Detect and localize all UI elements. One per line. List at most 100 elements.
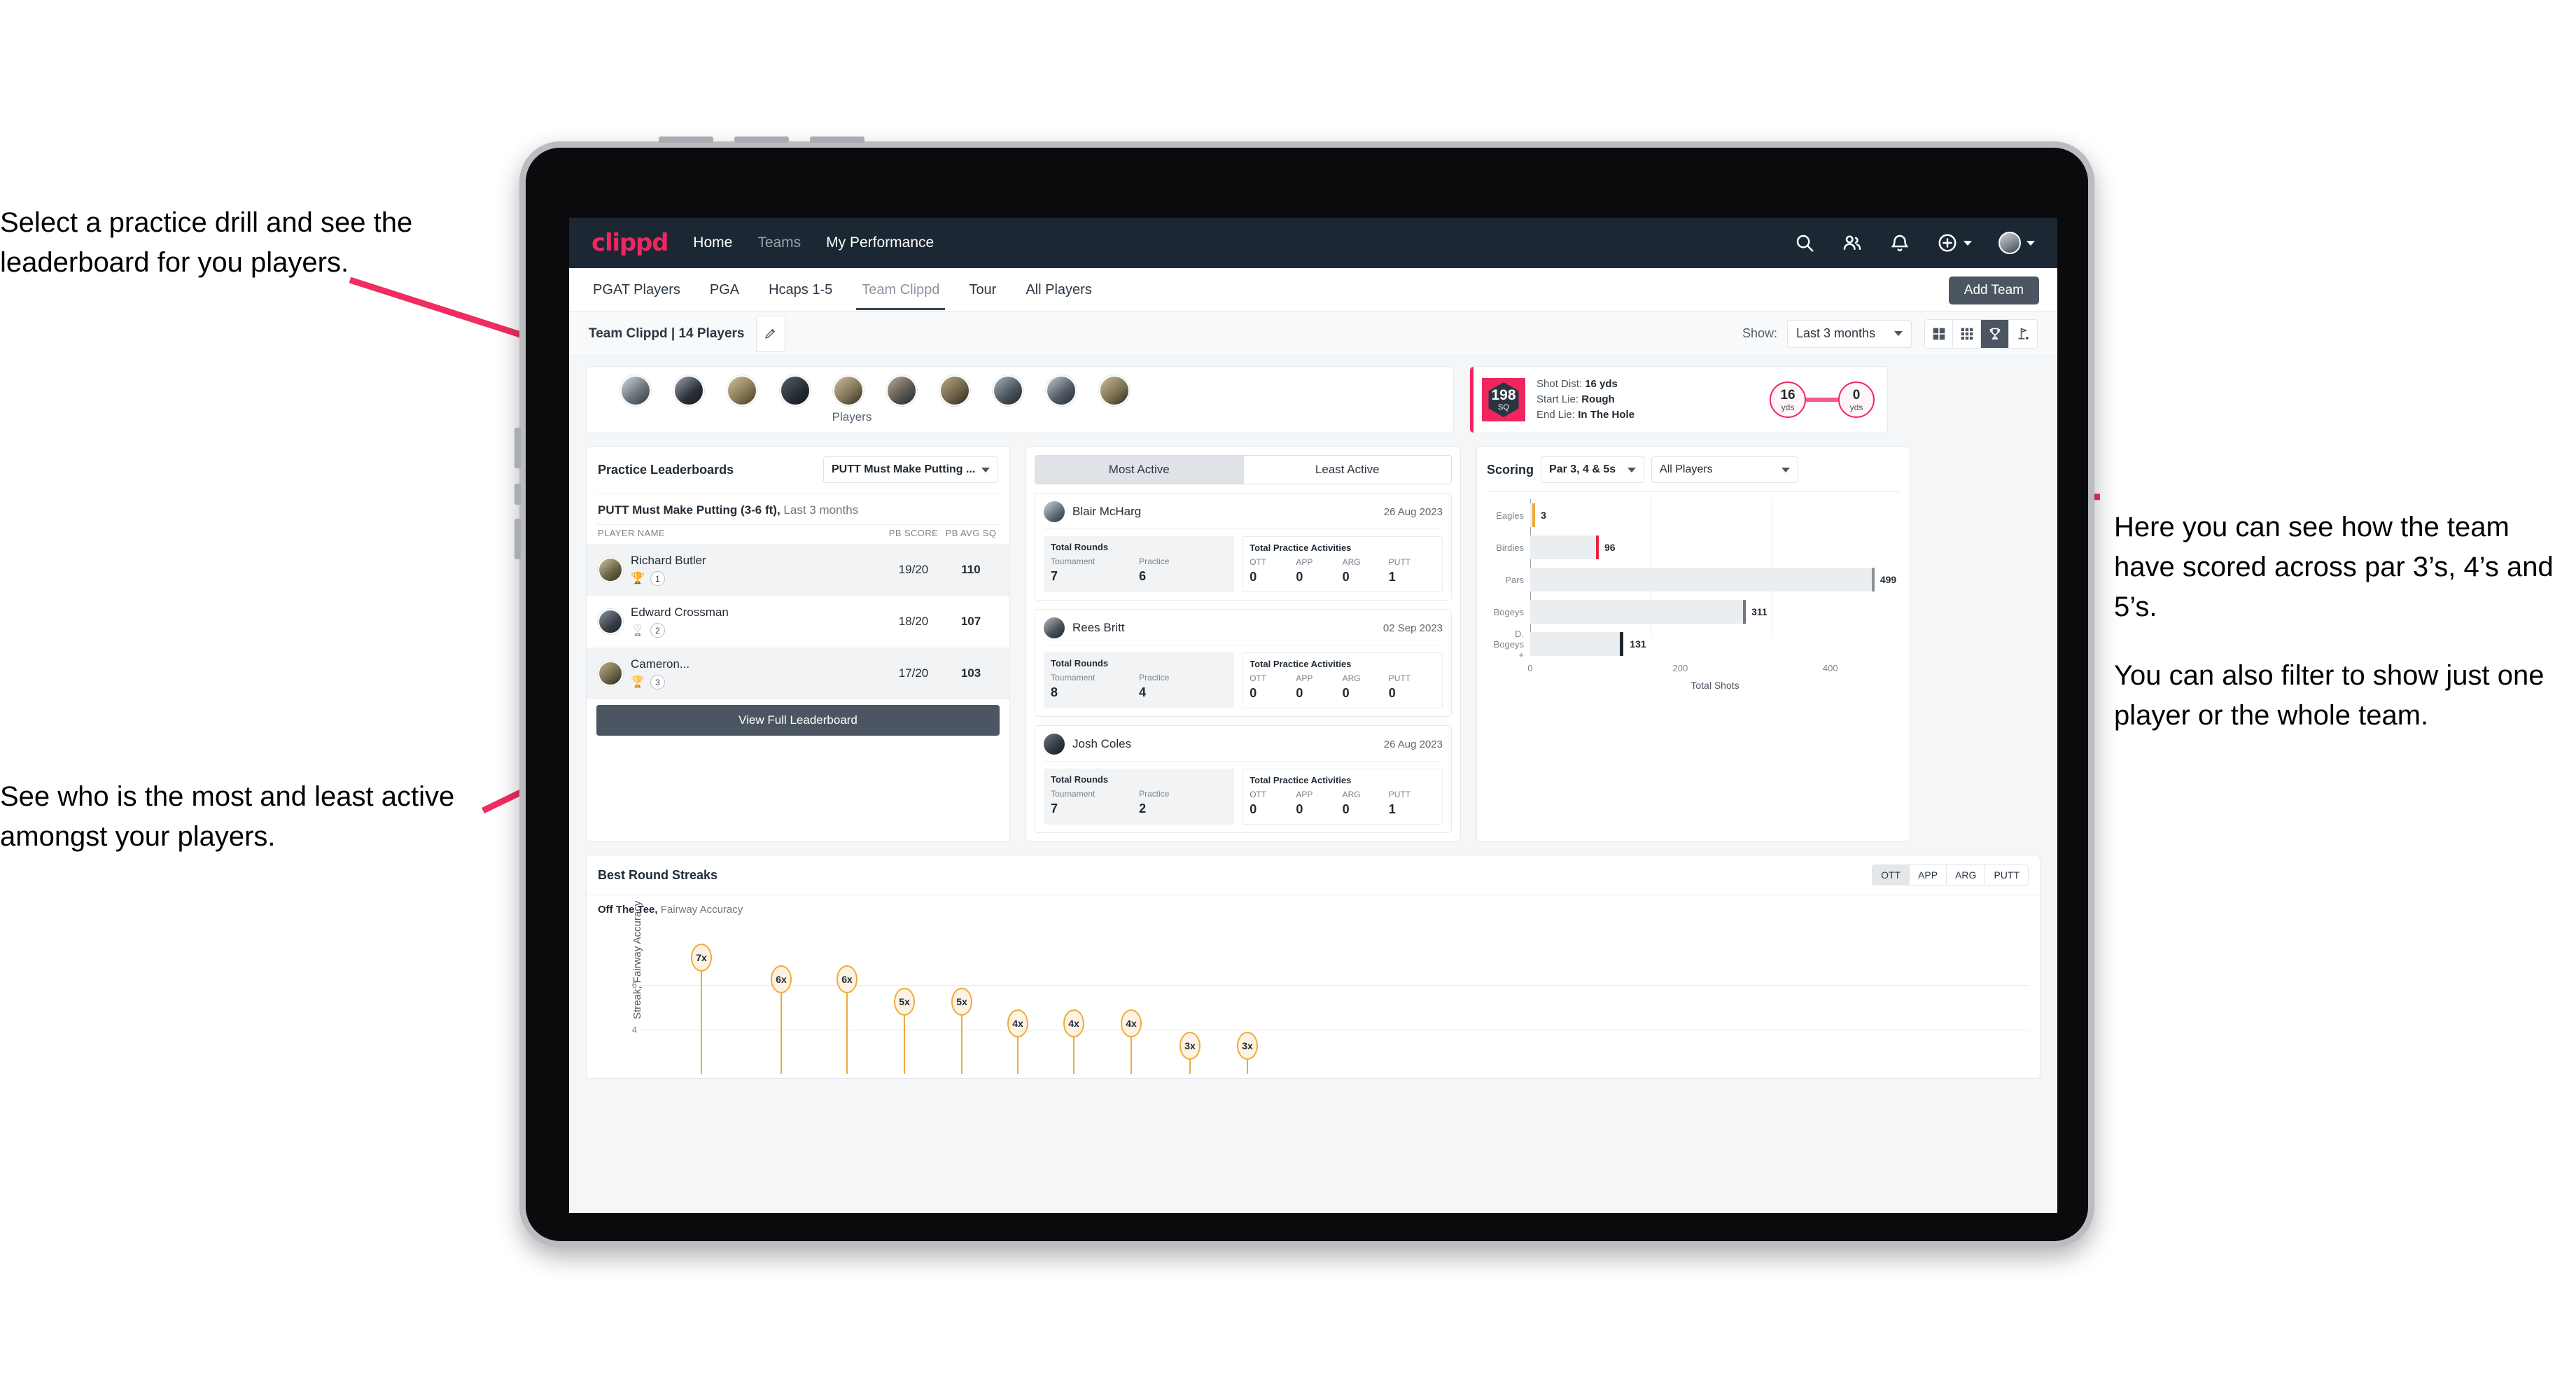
value-tournament: 8 <box>1051 685 1058 699</box>
dumbbell-connector <box>1806 398 1838 402</box>
drill-select[interactable]: PUTT Must Make Putting ... <box>823 456 998 483</box>
sq-unit: SQ <box>1498 403 1509 412</box>
nav-link-my-performance[interactable]: My Performance <box>826 234 934 251</box>
pb-avg-sq: 107 <box>960 615 981 628</box>
trophy-gold-icon: 🏆 <box>631 572 645 584</box>
plus-circle-menu[interactable] <box>1937 232 1972 253</box>
bar-label-double-bogeys: D. Bogeys + <box>1493 628 1524 660</box>
tab-least-active[interactable]: Least Active <box>1242 456 1451 484</box>
date-range-value: Last 3 months <box>1796 326 1876 340</box>
par-filter-value: Par 3, 4 & 5s <box>1549 463 1616 475</box>
label-putt: PUTT <box>1388 673 1411 683</box>
tab-pga[interactable]: PGA <box>708 270 741 309</box>
view-mode-grid-2x2[interactable] <box>1925 319 1953 348</box>
view-mode-golf-flag[interactable] <box>2009 319 2037 348</box>
tab-tour[interactable]: Tour <box>967 270 997 309</box>
start-distance-unit: yds <box>1781 402 1795 412</box>
start-distance-value: 16 <box>1780 387 1795 402</box>
end-distance-circle: 0 yds <box>1838 382 1875 418</box>
drill-subtitle: PUTT Must Make Putting (3-6 ft), Last 3 … <box>587 493 1009 524</box>
clippd-logo[interactable]: clippd <box>592 229 668 257</box>
streaks-tab-ott[interactable]: OTT <box>1872 865 1910 885</box>
player-avatar[interactable] <box>673 375 704 406</box>
value-arg: 0 <box>1342 686 1350 700</box>
chevron-down-icon <box>1894 331 1903 336</box>
end-distance-value: 0 <box>1852 387 1861 402</box>
player-avatar[interactable] <box>939 375 970 406</box>
value-practice: 4 <box>1139 685 1147 699</box>
drill-period: Last 3 months <box>783 503 859 517</box>
player-avatar[interactable] <box>993 375 1023 406</box>
par-filter-select[interactable]: Par 3, 4 & 5s <box>1541 456 1645 483</box>
player-avatar[interactable] <box>727 375 757 406</box>
xtick-400: 400 <box>1822 663 1838 673</box>
table-row[interactable]: Cameron... 🏆 3 17/20 103 <box>587 648 1009 699</box>
tab-most-active[interactable]: Most Active <box>1035 456 1243 484</box>
player-avatar[interactable] <box>620 375 651 406</box>
player-avatar[interactable] <box>833 375 864 406</box>
tab-hcaps-1-5[interactable]: Hcaps 1-5 <box>767 270 834 309</box>
tab-pgat-players[interactable]: PGAT Players <box>592 270 682 309</box>
date-range-select[interactable]: Last 3 months <box>1787 319 1912 348</box>
total-rounds-title: Total Rounds <box>1051 542 1109 552</box>
annotation-practice: Select a practice drill and see the lead… <box>0 203 553 283</box>
value-putt: 1 <box>1388 570 1396 584</box>
streak-value-8: 4x <box>1121 1009 1142 1037</box>
bell-icon[interactable] <box>1889 232 1910 253</box>
player-avatar[interactable] <box>1099 375 1130 406</box>
middle-row: Practice Leaderboards PUTT Must Make Put… <box>586 446 2040 842</box>
tab-team-clippd[interactable]: Team Clippd <box>856 270 946 310</box>
rank-badge: 2 <box>650 623 665 638</box>
chevron-down-icon <box>1628 467 1637 472</box>
view-mode-grid-3x3[interactable] <box>1953 319 1981 348</box>
activity-card[interactable]: Blair McHarg 26 Aug 2023 Total Rounds To… <box>1035 493 1452 601</box>
label-putt: PUTT <box>1388 790 1411 799</box>
shot-dist-value: 16 yds <box>1585 378 1618 391</box>
activity-card[interactable]: Rees Britt 02 Sep 2023 Total Rounds Tour… <box>1035 609 1452 717</box>
search-icon[interactable] <box>1794 232 1815 253</box>
streaks-tab-putt[interactable]: PUTT <box>1985 865 2028 885</box>
avatar <box>598 661 623 686</box>
pb-score: 18/20 <box>898 615 929 628</box>
player-avatar[interactable] <box>1046 375 1077 406</box>
player-filter-select[interactable]: All Players <box>1651 456 1799 483</box>
tab-all-players[interactable]: All Players <box>1024 270 1093 309</box>
xtick-0: 0 <box>1527 663 1533 673</box>
edit-team-button[interactable] <box>755 315 785 352</box>
xtick-200: 200 <box>1672 663 1688 673</box>
leaderboard-header: Practice Leaderboards PUTT Must Make Put… <box>587 447 1009 493</box>
add-team-button[interactable]: Add Team <box>1948 276 2039 304</box>
streaks-tab-app[interactable]: APP <box>1910 865 1947 885</box>
chevron-down-icon <box>981 467 990 472</box>
label-tournament: Tournament <box>1051 789 1096 799</box>
table-row[interactable]: Richard Butler 🏆 1 19/20 110 <box>587 544 1009 596</box>
bar-row: Pars 499 <box>1487 564 1900 596</box>
total-practice-activities-box: Total Practice Activities OTT 0 APP 0 AR… <box>1242 652 1443 708</box>
pb-avg-sq: 110 <box>961 563 981 576</box>
player-avatar[interactable] <box>780 375 811 406</box>
label-practice: Practice <box>1139 556 1170 566</box>
player-avatar[interactable] <box>886 375 917 406</box>
plus-circle-icon[interactable] <box>1937 232 1958 253</box>
view-full-leaderboard-button[interactable]: View Full Leaderboard <box>596 705 1000 736</box>
view-mode-trophy[interactable] <box>1981 319 2009 348</box>
activity-tabs: Most Active Least Active <box>1035 455 1452 484</box>
account-menu[interactable] <box>1998 232 2035 254</box>
avatar <box>1044 734 1065 755</box>
rank-badge: 1 <box>650 571 665 586</box>
shot-dist-label: Shot Dist: <box>1536 378 1583 391</box>
top-row: Players 198 SQ Shot Dist: 16 yds Start L… <box>586 366 2040 433</box>
table-row[interactable]: Edward Crossman 🏆 2 18/20 107 <box>587 596 1009 648</box>
app-screen: clippd Home Teams My Performance PGAT Pl… <box>569 218 2057 1213</box>
avatar[interactable] <box>1998 232 2021 254</box>
nav-link-home[interactable]: Home <box>693 234 732 251</box>
device-button-side-1 <box>514 428 521 468</box>
device-button-top-3 <box>810 136 864 143</box>
people-icon[interactable] <box>1842 232 1863 253</box>
label-app: APP <box>1296 557 1313 567</box>
pb-score: 19/20 <box>898 563 929 576</box>
device-button-side-2 <box>514 484 521 505</box>
streaks-tab-arg[interactable]: ARG <box>1947 865 1986 885</box>
activity-card[interactable]: Josh Coles 26 Aug 2023 Total Rounds Tour… <box>1035 725 1452 833</box>
nav-link-teams[interactable]: Teams <box>757 234 801 251</box>
